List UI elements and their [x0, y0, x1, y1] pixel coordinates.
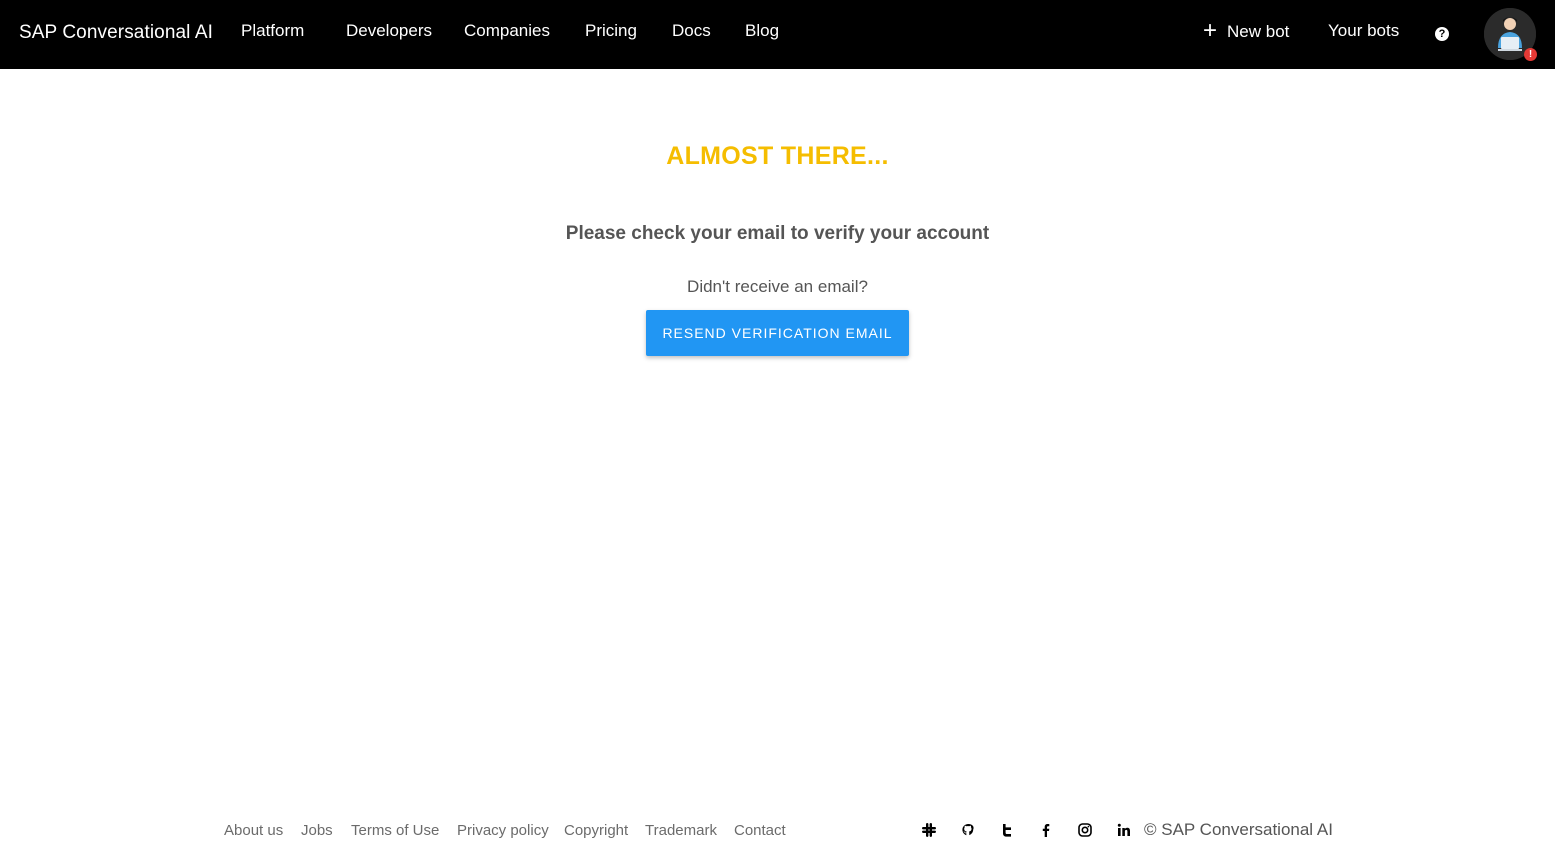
nav-pricing[interactable]: Pricing: [585, 21, 637, 41]
alert-badge: !: [1524, 48, 1537, 61]
footer-about-link[interactable]: About us: [224, 822, 283, 839]
footer-terms-link[interactable]: Terms of Use: [351, 822, 439, 839]
facebook-icon[interactable]: [1038, 822, 1054, 838]
nav-companies[interactable]: Companies: [464, 21, 550, 41]
footer-contact-link[interactable]: Contact: [734, 822, 786, 839]
nav-platform[interactable]: Platform: [241, 21, 304, 41]
linkedin-icon[interactable]: [1116, 822, 1132, 838]
nav-developers[interactable]: Developers: [346, 21, 432, 41]
plus-icon: +: [1203, 17, 1218, 44]
nav-docs[interactable]: Docs: [672, 21, 711, 41]
question-circle-icon[interactable]: ?: [1435, 27, 1449, 41]
footer-copyright-link[interactable]: Copyright: [564, 822, 628, 839]
instagram-icon[interactable]: [1077, 822, 1093, 838]
footer-privacy-link[interactable]: Privacy policy: [457, 822, 549, 839]
slack-icon[interactable]: [921, 822, 937, 838]
top-navigation-bar: SAP Conversational AI Platform Developer…: [0, 0, 1555, 69]
new-bot-label: New bot: [1227, 22, 1290, 41]
footer-jobs-link[interactable]: Jobs: [301, 822, 333, 839]
github-icon[interactable]: [960, 822, 976, 838]
twitter-icon[interactable]: [999, 822, 1015, 838]
no-email-question: Didn't receive an email?: [687, 277, 868, 296]
brand-logo[interactable]: SAP Conversational AI: [19, 22, 213, 44]
user-avatar-button[interactable]: !: [1484, 8, 1537, 61]
new-bot-button[interactable]: + New bot: [1203, 17, 1290, 44]
your-bots-link[interactable]: Your bots: [1328, 21, 1399, 41]
resend-verification-button[interactable]: RESEND VERIFICATION EMAIL: [646, 310, 909, 356]
footer-copyright-text: © SAP Conversational AI: [1144, 820, 1333, 839]
footer-trademark-link[interactable]: Trademark: [645, 822, 717, 839]
page-title: ALMOST THERE...: [666, 142, 889, 170]
nav-blog[interactable]: Blog: [745, 21, 779, 41]
verification-message: Please check your email to verify your a…: [565, 223, 990, 244]
